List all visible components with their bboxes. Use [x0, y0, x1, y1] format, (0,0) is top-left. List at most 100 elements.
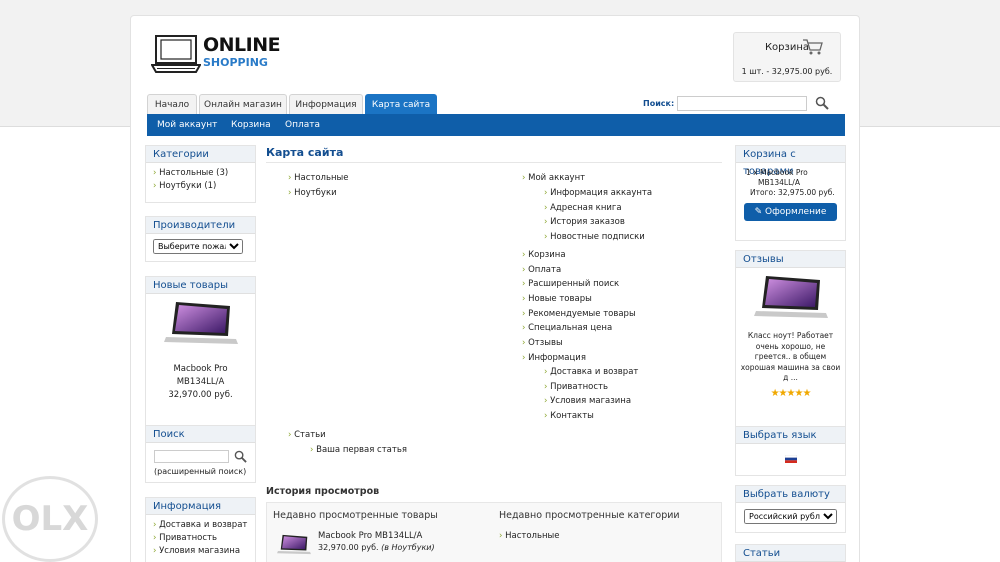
sitemap-link-conditions[interactable]: Условия магазина — [544, 396, 631, 406]
view-history-title: История просмотров — [266, 486, 380, 497]
tab-home[interactable]: Начало — [147, 94, 197, 114]
view-history-panel: Недавно просмотренные товары Macbook Pro… — [266, 502, 722, 562]
subnav-payment[interactable]: Оплата — [285, 114, 320, 136]
recent-product-category: (в Ноутбуки) — [381, 543, 435, 552]
tab-shop[interactable]: Онлайн магазин — [199, 94, 287, 114]
sitemap-content: Карта сайта Настольные Ноутбуки Мой акка… — [266, 146, 724, 562]
view-history: История просмотров Недавно просмотренные… — [266, 486, 724, 562]
sitemap-link-my-account[interactable]: Мой аккаунт — [522, 173, 585, 183]
checkout-icon: ✎ — [754, 207, 766, 217]
cart-item-line-2: MB134LL/A — [758, 178, 800, 187]
sitemap-link-payment[interactable]: Оплата — [522, 265, 561, 275]
review-text-line: очень хорошо, не — [755, 341, 826, 351]
macbook-image — [163, 302, 238, 344]
sitemap-link-reviews[interactable]: Отзывы — [522, 338, 563, 348]
left-search-icon[interactable] — [234, 450, 247, 463]
logo-text-shopping: SHOPPING — [203, 56, 268, 69]
rating-stars: ★★★★★ — [770, 387, 812, 399]
tab-sitemap[interactable]: Карта сайта — [365, 94, 437, 114]
header-cart-label: Корзина — [764, 42, 809, 53]
review-text-line: Класс ноут! Работает — [747, 331, 834, 340]
new-product-price: 32,970.00 руб. — [168, 390, 233, 400]
recent-product-meta: 32,970.00 руб. (в Ноутбуки) — [318, 543, 435, 552]
russian-flag-icon[interactable] — [785, 455, 797, 463]
sub-navigation: Мой аккаунт Корзина Оплата — [147, 114, 845, 136]
header-cart[interactable]: Корзина 1 шт. - 32,975.00 руб. — [733, 32, 841, 82]
cart-item-line-1[interactable]: 1 x Macbook Pro — [746, 168, 845, 178]
sitemap-link-specials[interactable]: Специальная цена — [522, 323, 612, 333]
recent-product-thumbnail[interactable] — [275, 534, 313, 556]
sitemap-link-first-article[interactable]: Ваша первая статья — [310, 445, 407, 455]
info-link-conditions[interactable]: Условия магазина — [153, 545, 255, 558]
olx-watermark: OLX — [2, 476, 98, 562]
currency-box: Выбрать валюту Российский рубль — [735, 485, 846, 533]
recent-product-name[interactable]: Macbook Pro MB134LL/A — [318, 531, 422, 541]
search-input[interactable] — [677, 96, 807, 111]
search-icon[interactable] — [815, 96, 829, 110]
sitemap-link-new-products[interactable]: Новые товары — [522, 294, 592, 304]
sitemap-link-contacts[interactable]: Контакты — [544, 411, 594, 421]
sitemap-link-delivery[interactable]: Доставка и возврат — [544, 367, 638, 377]
new-product-item[interactable]: Macbook Pro MB134LL/A 32,970.00 руб. — [146, 294, 255, 400]
sitemap-link-information[interactable]: Информация — [522, 353, 586, 363]
manufacturers-box: Производители Выберите пожалуйс — [145, 216, 256, 262]
review-text-line: хорошая машина за свои — [740, 362, 841, 372]
subnav-my-account[interactable]: Мой аккаунт — [157, 114, 217, 136]
recent-categories-title: Недавно просмотренные категории — [499, 510, 680, 521]
advanced-search-link[interactable]: (расширенный поиск) — [154, 467, 246, 476]
sitemap-link-articles[interactable]: Статьи — [288, 430, 326, 440]
right-articles-title: Статьи — [736, 545, 845, 562]
review-product-image — [753, 276, 828, 318]
left-search-title: Поиск — [146, 426, 255, 443]
sitemap-link-order-history[interactable]: История заказов — [544, 217, 625, 227]
subnav-cart[interactable]: Корзина — [231, 114, 271, 136]
info-link-delivery[interactable]: Доставка и возврат — [153, 519, 255, 532]
category-link-desktops[interactable]: Настольные (3) — [153, 167, 255, 180]
checkout-button[interactable]: ✎ Оформление — [744, 203, 837, 221]
manufacturer-select[interactable]: Выберите пожалуйс — [153, 239, 243, 254]
reviews-box: Отзывы Класс ноут! Работает очень хорошо… — [735, 250, 846, 430]
currency-title: Выбрать валюту — [736, 486, 845, 503]
manufacturers-title: Производители — [146, 217, 255, 234]
cart-icon — [803, 39, 823, 55]
sitemap-link-account-info[interactable]: Информация аккаунта — [544, 188, 652, 198]
cart-box-title: Корзина с товарами — [736, 146, 845, 177]
currency-select[interactable]: Российский рубль — [744, 509, 837, 524]
sitemap-link-featured[interactable]: Рекомендуемые товары — [522, 309, 636, 319]
language-box: Выбрать язык — [735, 426, 846, 476]
logo-text-online: ONLINE — [203, 34, 281, 56]
sitemap-link-cart[interactable]: Корзина — [522, 250, 565, 260]
store-page: ONLINE SHOPPING Корзина 1 шт. - 32,975.0… — [130, 15, 860, 562]
review-text: Класс ноут! Работает очень хорошо, не гр… — [736, 331, 845, 384]
title-divider — [266, 162, 722, 163]
review-text-line: греется.. в общем — [754, 352, 827, 361]
sitemap-link-advanced-search[interactable]: Расширенный поиск — [522, 279, 619, 289]
review-text-line: д ... — [783, 373, 798, 382]
store-logo[interactable]: ONLINE SHOPPING — [150, 34, 301, 78]
recent-category-link[interactable]: Настольные — [499, 531, 559, 541]
laptop-logo-icon — [150, 35, 202, 73]
recent-product-price: 32,970.00 руб. — [318, 543, 379, 552]
review-item[interactable]: Класс ноут! Работает очень хорошо, не гр… — [736, 268, 845, 399]
cart-box: Корзина с товарами 1 x Macbook Pro MB134… — [735, 145, 846, 241]
search-label: Поиск: — [643, 99, 675, 108]
cart-total: Итого: 32,975.00 руб. — [750, 188, 835, 197]
information-box: Информация Доставка и возврат Приватност… — [145, 497, 256, 562]
left-search-input[interactable] — [154, 450, 229, 463]
sitemap-link-laptops[interactable]: Ноутбуки — [288, 188, 337, 198]
info-link-privacy[interactable]: Приватность — [153, 532, 255, 545]
sitemap-link-desktops[interactable]: Настольные — [288, 173, 348, 183]
new-product-name-2: MB134LL/A — [176, 377, 225, 387]
sitemap-link-address-book[interactable]: Адресная книга — [544, 203, 621, 213]
new-products-title: Новые товары — [146, 277, 255, 294]
sitemap-link-privacy[interactable]: Приватность — [544, 382, 608, 392]
header-cart-summary: 1 шт. - 32,975.00 руб. — [741, 67, 833, 76]
checkout-label: Оформление — [765, 207, 827, 217]
new-products-box: Новые товары Macbook Pro MB134LL/A 32,97… — [145, 276, 256, 428]
page-title: Карта сайта — [266, 146, 344, 159]
information-title: Информация — [146, 498, 255, 515]
language-title: Выбрать язык — [736, 427, 845, 444]
category-link-laptops[interactable]: Ноутбуки (1) — [153, 180, 255, 193]
sitemap-link-newsletters[interactable]: Новостные подписки — [544, 232, 645, 242]
tab-information[interactable]: Информация — [289, 94, 363, 114]
